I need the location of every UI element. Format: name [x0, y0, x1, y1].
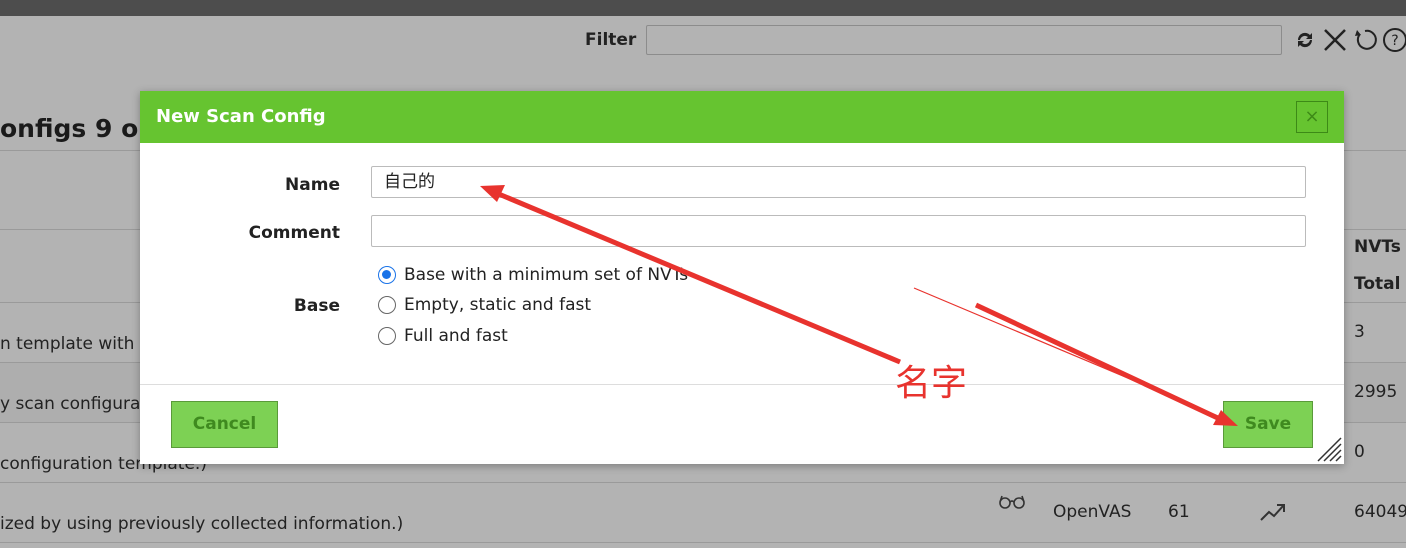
- base-option-label: Empty, static and fast: [404, 295, 592, 315]
- trend-icon: [1260, 504, 1285, 521]
- row-scanner: OpenVAS: [1053, 502, 1132, 522]
- help-icon[interactable]: ?: [1382, 27, 1406, 53]
- base-option-label: Full and fast: [404, 326, 508, 346]
- dialog-footer-divider: [140, 384, 1344, 385]
- comment-field[interactable]: [371, 215, 1306, 247]
- row-total: 3: [1354, 322, 1365, 342]
- glasses-icon: [999, 495, 1025, 509]
- row-total: 0: [1354, 442, 1365, 462]
- refresh-icon[interactable]: [1292, 27, 1318, 53]
- radio-icon[interactable]: [378, 327, 396, 345]
- row-families: 61: [1168, 502, 1190, 522]
- save-button[interactable]: Save: [1223, 401, 1313, 448]
- column-header-nvts[interactable]: NVTs: [1354, 237, 1401, 257]
- column-header-total[interactable]: Total: [1354, 274, 1400, 294]
- row-description: n template with: [0, 334, 135, 354]
- base-option-label: Base with a minimum set of NVTs: [404, 265, 689, 285]
- filter-input[interactable]: [646, 25, 1282, 55]
- svg-text:?: ?: [1391, 33, 1398, 49]
- base-option-full-and-fast[interactable]: Full and fast: [378, 326, 508, 346]
- resize-icon[interactable]: [1314, 434, 1342, 462]
- name-label: Name: [285, 175, 340, 195]
- dialog-header[interactable]: New Scan Config ×: [140, 91, 1344, 143]
- clear-icon[interactable]: [1322, 27, 1348, 53]
- divider: [0, 482, 1406, 483]
- divider: [0, 542, 1406, 543]
- top-bar: [0, 0, 1406, 16]
- comment-label: Comment: [248, 223, 340, 243]
- radio-icon[interactable]: [378, 296, 396, 314]
- reset-icon[interactable]: [1352, 27, 1378, 53]
- page-title: onfigs 9 o: [0, 114, 139, 143]
- row-description: ized by using previously collected infor…: [0, 514, 404, 534]
- base-label: Base: [293, 296, 340, 316]
- row-total: 64049: [1354, 502, 1406, 522]
- dialog-title: New Scan Config: [156, 106, 326, 127]
- name-field[interactable]: 自己的: [371, 166, 1306, 198]
- filter-label: Filter: [585, 30, 637, 50]
- radio-selected-icon[interactable]: [378, 266, 396, 284]
- annotation-text: 名字: [895, 363, 968, 404]
- cancel-button[interactable]: Cancel: [171, 401, 278, 448]
- filter-toolbar: ?: [1292, 27, 1406, 53]
- row-description: y scan configura: [0, 394, 141, 414]
- row-total: 2995: [1354, 382, 1398, 402]
- base-option-minimum[interactable]: Base with a minimum set of NVTs: [378, 265, 688, 285]
- close-button[interactable]: ×: [1296, 101, 1328, 133]
- base-option-empty[interactable]: Empty, static and fast: [378, 295, 591, 315]
- new-scan-config-dialog: New Scan Config × Name 自己的 Comment Base …: [140, 91, 1344, 464]
